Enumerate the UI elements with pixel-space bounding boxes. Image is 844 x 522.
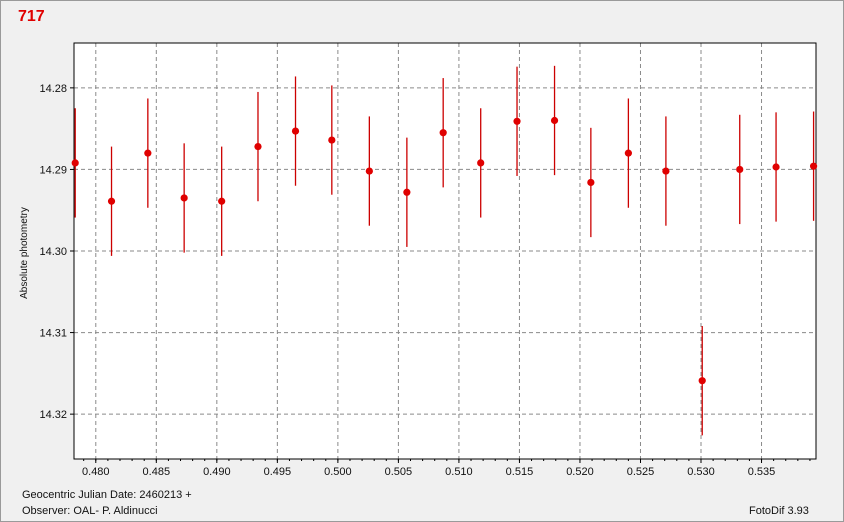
x-tick-label: 0.500: [324, 466, 352, 478]
data-point: [365, 167, 373, 175]
y-tick-label: 14.30: [39, 246, 67, 258]
data-point: [550, 116, 559, 125]
data-point: [736, 165, 744, 174]
data-point: [254, 142, 262, 151]
data-point: [71, 159, 79, 167]
x-tick-label: 0.525: [627, 466, 655, 478]
data-point: [698, 377, 706, 385]
data-point: [624, 149, 632, 157]
observer-label: Observer: OAL- P. Aldinucci: [22, 505, 158, 517]
y-axis-label: Absolute photometry: [19, 207, 30, 299]
x-tick-label: 0.490: [203, 466, 231, 478]
x-tick-label: 0.495: [264, 466, 292, 478]
julian-date-label: Geocentric Julian Date: 2460213 +: [22, 489, 192, 501]
data-point: [291, 127, 300, 135]
y-tick-label: 14.32: [39, 409, 67, 421]
x-tick-label: 0.505: [385, 466, 413, 478]
y-tick-label: 14.29: [39, 164, 67, 176]
data-point: [809, 162, 818, 170]
data-point: [772, 163, 780, 171]
data-point: [144, 149, 152, 157]
x-tick-label: 0.530: [687, 466, 715, 478]
data-point: [477, 159, 485, 167]
y-tick-label: 14.28: [39, 83, 67, 95]
software-label: FotoDif 3.93: [749, 505, 809, 517]
y-tick-label: 14.31: [39, 328, 67, 340]
x-tick-label: 0.515: [506, 466, 534, 478]
data-point: [587, 178, 595, 187]
data-point: [403, 188, 411, 196]
data-point: [439, 129, 447, 137]
photometry-chart: 14.28 14.29 14.30 14.31 14.32 0.480 0.485 0.490…: [19, 42, 818, 478]
data-point: [328, 136, 336, 144]
data-point: [180, 194, 188, 202]
data-point: [107, 197, 116, 205]
x-tick-label: 0.510: [445, 466, 473, 478]
x-tick-label: 0.520: [566, 466, 594, 478]
data-point: [662, 167, 670, 175]
data-point: [513, 117, 521, 125]
x-tick-label: 0.535: [748, 466, 776, 478]
x-tick-label: 0.480: [82, 466, 110, 478]
x-tick-label: 0.485: [143, 466, 171, 478]
data-point: [218, 197, 226, 205]
